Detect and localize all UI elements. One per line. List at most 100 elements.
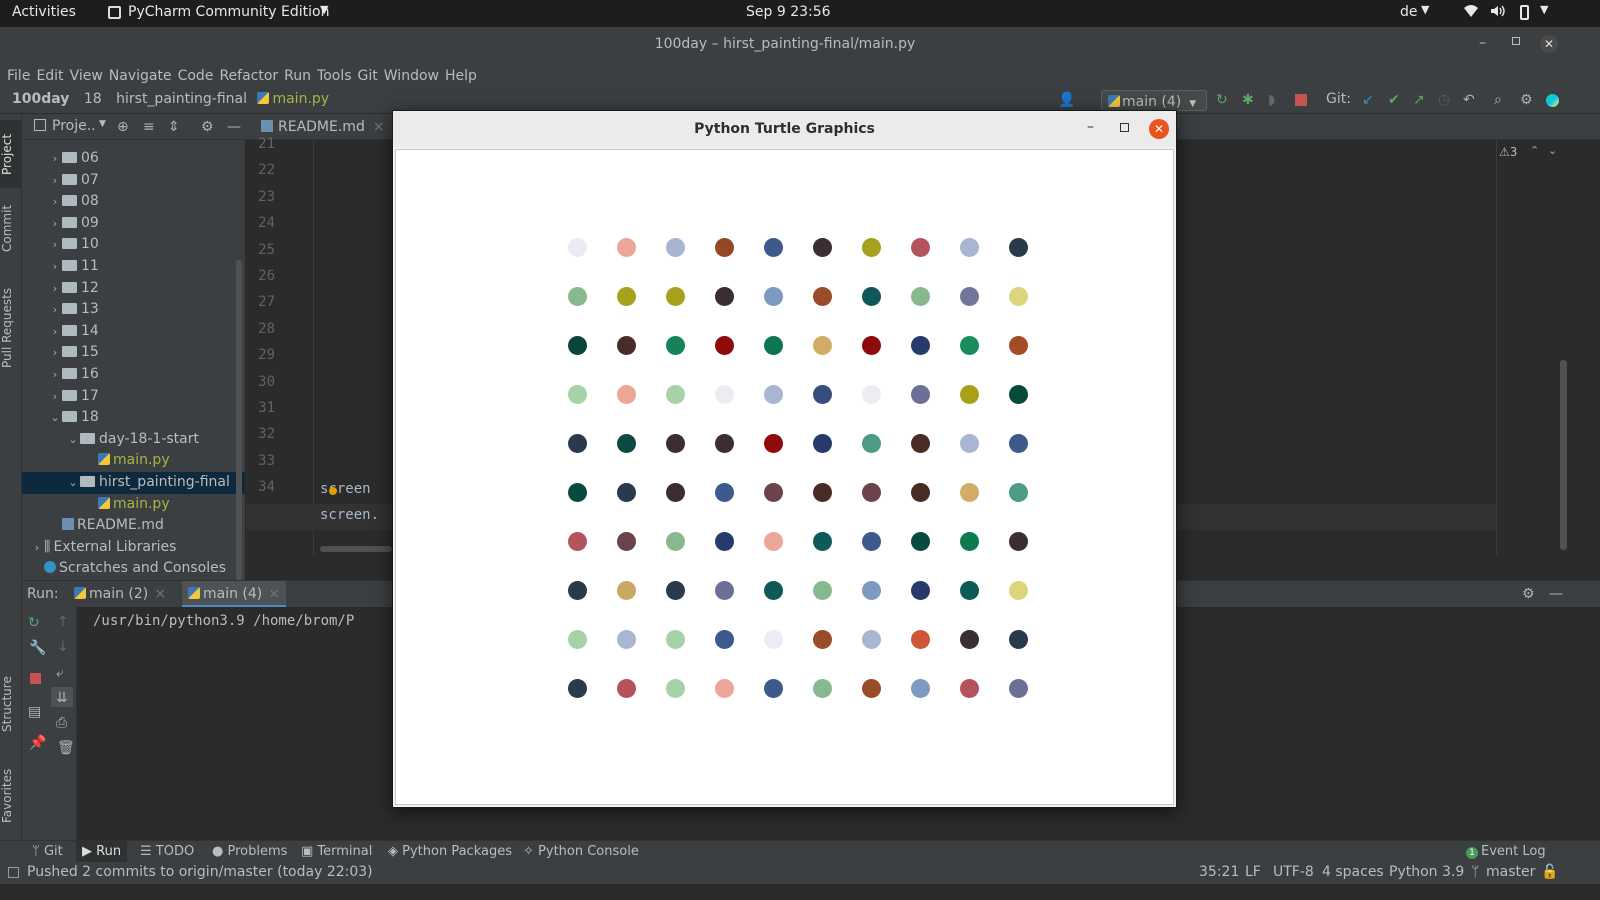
next-highlight-icon[interactable]: ⌄ [1548, 144, 1557, 157]
chevron-right-icon[interactable]: › [48, 234, 62, 255]
tree-item[interactable]: › 06 [22, 148, 245, 170]
chevron-right-icon[interactable]: › [48, 321, 62, 342]
turtle-title-bar[interactable]: Python Turtle Graphics [393, 111, 1176, 147]
prev-highlight-icon[interactable]: ⌃ [1530, 144, 1539, 157]
rerun-icon[interactable]: ↻ [1216, 92, 1228, 108]
tree-item[interactable]: ⌄ 18 [22, 407, 245, 429]
code-line-35[interactable]: screen. [320, 507, 379, 523]
menu-help[interactable]: Help [442, 64, 480, 89]
line-separator[interactable]: LF [1245, 864, 1261, 880]
tree-item[interactable]: main.py [22, 450, 245, 472]
file-encoding[interactable]: UTF-8 [1273, 864, 1314, 880]
warnings-indicator[interactable]: ⚠3 [1499, 145, 1517, 159]
run-tab-main-4[interactable]: main (4) × [182, 581, 286, 608]
python-interpreter[interactable]: Python 3.9 [1389, 864, 1464, 880]
git-push-icon[interactable]: ↗ [1413, 92, 1425, 108]
coverage-icon[interactable]: ◗ [1268, 92, 1275, 108]
chevron-right-icon[interactable]: › [48, 213, 62, 234]
editor-vscrollbar[interactable] [1560, 360, 1567, 550]
rerun-icon[interactable]: ↻ [28, 615, 40, 631]
run-tab-main-2[interactable]: main (2) × [74, 581, 166, 607]
caret-position[interactable]: 35:21 [1199, 864, 1239, 880]
tree-item[interactable]: › 17 [22, 386, 245, 408]
chevron-right-icon[interactable]: › [48, 299, 62, 320]
git-branch[interactable]: master [1486, 864, 1535, 880]
chevron-right-icon[interactable]: › [48, 386, 62, 407]
tree-item[interactable]: › 11 [22, 256, 245, 278]
gear-icon[interactable]: ⚙ [1520, 92, 1533, 108]
project-view-select[interactable]: Proje.. [52, 118, 96, 134]
chevron-right-icon[interactable]: › [48, 278, 62, 299]
breadcrumb-folder[interactable]: hirst_painting-final [116, 91, 247, 107]
commit-tool-tab[interactable]: Commit [0, 198, 22, 258]
up-icon[interactable]: ↑ [57, 614, 69, 630]
volume-icon[interactable] [1489, 3, 1505, 23]
tool-tab-python-packages[interactable]: ◈ Python Packages [388, 841, 512, 863]
hide-icon[interactable]: — [1549, 586, 1563, 602]
chevron-right-icon[interactable]: › [48, 191, 62, 212]
menu-refactor[interactable]: Refactor [216, 64, 281, 89]
locate-icon[interactable]: ⊕ [117, 119, 129, 135]
code-line-34[interactable]: screen [320, 481, 371, 497]
tree-item[interactable]: › 08 [22, 191, 245, 213]
tree-item[interactable]: ⌄ hirst_painting-final [22, 472, 245, 494]
search-icon[interactable]: ⌕ [1494, 92, 1502, 108]
tree-item[interactable]: › 07 [22, 170, 245, 192]
layout-icon[interactable]: ▤ [28, 704, 41, 720]
tree-item[interactable]: README.md [22, 515, 245, 537]
menu-view[interactable]: View [67, 64, 106, 89]
breadcrumb-file[interactable]: main.py [272, 91, 329, 107]
chevron-down-icon[interactable]: ⌄ [66, 472, 80, 493]
console-command[interactable]: /usr/bin/python3.9 /home/brom/P [93, 613, 354, 629]
status-panel-icon[interactable] [8, 867, 19, 878]
tree-item[interactable]: Scratches and Consoles [22, 558, 245, 580]
battery-icon[interactable] [1520, 5, 1529, 20]
tree-item[interactable]: › 10 [22, 234, 245, 256]
collapse-all-icon[interactable]: ⇕ [168, 119, 180, 135]
tree-item[interactable]: › ⫼ External Libraries [22, 537, 245, 559]
chevron-right-icon[interactable]: › [48, 170, 62, 191]
breadcrumb-root[interactable]: 100day [12, 91, 69, 107]
minimize-icon[interactable]: – [1479, 35, 1486, 51]
history-icon[interactable]: ◷ [1438, 92, 1450, 108]
debug-icon[interactable]: ✱ [1242, 92, 1254, 108]
trash-icon[interactable]: 🗑 [57, 740, 75, 756]
turtle-canvas[interactable] [395, 149, 1174, 805]
expand-all-icon[interactable]: ≡ [143, 119, 155, 135]
chevron-right-icon[interactable]: › [48, 342, 62, 363]
menu-navigate[interactable]: Navigate [106, 64, 175, 89]
tree-item[interactable]: › 13 [22, 299, 245, 321]
layout-chevron-icon[interactable]: ▼ [1421, 3, 1429, 16]
project-scrollbar[interactable] [236, 260, 242, 580]
close-tab-icon[interactable]: × [373, 119, 385, 135]
menu-window[interactable]: Window [381, 64, 442, 89]
clock[interactable]: Sep 9 23:56 [746, 4, 831, 20]
soft-wrap-icon[interactable]: ⤶ [56, 665, 64, 681]
pull-requests-tool-tab[interactable]: Pull Requests [0, 280, 22, 376]
chevron-right-icon[interactable]: › [48, 148, 62, 169]
hide-icon[interactable]: — [227, 119, 241, 135]
gear-icon[interactable]: ⚙ [1522, 586, 1535, 602]
editor-hscrollbar[interactable] [320, 546, 392, 552]
tree-item[interactable]: › 16 [22, 364, 245, 386]
stop-icon[interactable] [30, 673, 41, 684]
intention-bulb-icon[interactable] [329, 487, 337, 495]
favorites-tool-tab[interactable]: Favorites [0, 760, 22, 832]
chevron-right-icon[interactable]: › [48, 256, 62, 277]
indent-setting[interactable]: 4 spaces [1322, 864, 1384, 880]
turtle-window[interactable]: Python Turtle Graphics – ✕ [392, 110, 1177, 808]
close-window-icon[interactable]: ✕ [1540, 35, 1558, 53]
menu-file[interactable]: File [4, 64, 33, 89]
tree-item[interactable]: ⌄ day-18-1-start [22, 429, 245, 451]
pin-icon[interactable]: 📌 [29, 735, 46, 751]
close-tab-icon[interactable]: × [154, 586, 166, 602]
tool-tab-todo[interactable]: ☰ TODO [140, 841, 194, 863]
maximize-icon[interactable] [1120, 123, 1129, 132]
wifi-icon[interactable] [1463, 3, 1479, 23]
tree-item[interactable]: main.py [22, 494, 245, 516]
git-commit-icon[interactable]: ✔ [1388, 92, 1400, 108]
chevron-down-icon[interactable]: ⌄ [48, 407, 62, 428]
print-icon[interactable]: ⎙ [56, 715, 67, 731]
project-tool-tab[interactable]: Project [0, 120, 22, 188]
chevron-right-icon[interactable]: › [48, 364, 62, 385]
